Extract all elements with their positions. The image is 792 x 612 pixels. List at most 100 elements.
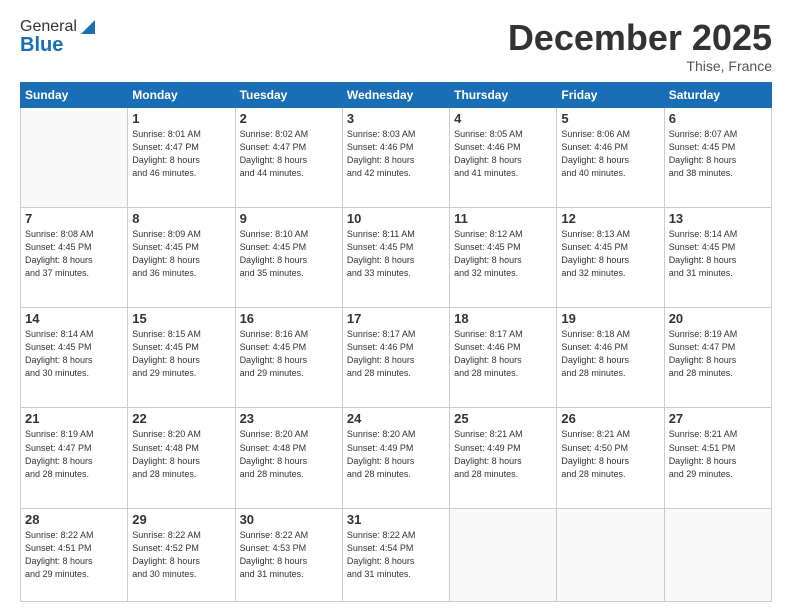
calendar-cell: 25 Sunrise: 8:21 AM Sunset: 4:49 PM Dayli… [450,408,557,508]
calendar-cell: 13 Sunrise: 8:14 AM Sunset: 4:45 PM Dayli… [664,207,771,307]
calendar-cell: 4 Sunrise: 8:05 AM Sunset: 4:46 PM Daylig… [450,107,557,207]
calendar-cell: 29 Sunrise: 8:22 AM Sunset: 4:52 PM Dayli… [128,508,235,601]
day-number: 9 [240,211,338,226]
day-number: 26 [561,411,659,426]
day-number: 30 [240,512,338,527]
page: General Blue December 2025 Thise, France… [0,0,792,612]
day-number: 19 [561,311,659,326]
calendar-cell: 1Sunrise: 8:01 AM Sunset: 4:47 PM Daylig… [128,107,235,207]
calendar-week-row: 28 Sunrise: 8:22 AM Sunset: 4:51 PM Dayli… [21,508,772,601]
calendar-header-row: SundayMondayTuesdayWednesdayThursdayFrid… [21,82,772,107]
calendar-cell: 20Sunrise: 8:19 AM Sunset: 4:47 PM Dayli… [664,308,771,408]
day-number: 22 [132,411,230,426]
cell-info: Sunrise: 8:17 AM Sunset: 4:46 PM Dayligh… [347,328,445,380]
cell-info: Sunrise: 8:09 AM Sunset: 4:45 PM Dayligh… [132,228,230,280]
cell-info: Sunrise: 8:22 AM Sunset: 4:52 PM Dayligh… [132,529,230,581]
calendar-cell: 10Sunrise: 8:11 AM Sunset: 4:45 PM Dayli… [342,207,449,307]
day-number: 23 [240,411,338,426]
day-number: 4 [454,111,552,126]
calendar-cell: 6 Sunrise: 8:07 AM Sunset: 4:45 PM Daylig… [664,107,771,207]
calendar-cell: 26 Sunrise: 8:21 AM Sunset: 4:50 PM Dayli… [557,408,664,508]
calendar-cell: 14 Sunrise: 8:14 AM Sunset: 4:45 PM Dayli… [21,308,128,408]
calendar-week-row: 21 Sunrise: 8:19 AM Sunset: 4:47 PM Dayli… [21,408,772,508]
day-number: 18 [454,311,552,326]
calendar-cell: 23 Sunrise: 8:20 AM Sunset: 4:48 PM Dayli… [235,408,342,508]
cell-info: Sunrise: 8:19 AM Sunset: 4:47 PM Dayligh… [25,428,123,480]
cell-info: Sunrise: 8:22 AM Sunset: 4:54 PM Dayligh… [347,529,445,581]
logo-triangle-icon [79,18,97,36]
day-number: 29 [132,512,230,527]
cell-info: Sunrise: 8:07 AM Sunset: 4:45 PM Dayligh… [669,128,767,180]
title-block: December 2025 Thise, France [508,18,772,74]
calendar-cell: 5 Sunrise: 8:06 AM Sunset: 4:46 PM Daylig… [557,107,664,207]
day-number: 27 [669,411,767,426]
day-number: 3 [347,111,445,126]
cell-info: Sunrise: 8:13 AM Sunset: 4:45 PM Dayligh… [561,228,659,280]
cell-info: Sunrise: 8:01 AM Sunset: 4:47 PM Dayligh… [132,128,230,180]
day-number: 20 [669,311,767,326]
calendar-cell: 28 Sunrise: 8:22 AM Sunset: 4:51 PM Dayli… [21,508,128,601]
cell-info: Sunrise: 8:05 AM Sunset: 4:46 PM Dayligh… [454,128,552,180]
day-number: 24 [347,411,445,426]
calendar-cell: 15Sunrise: 8:15 AM Sunset: 4:45 PM Dayli… [128,308,235,408]
cell-info: Sunrise: 8:21 AM Sunset: 4:51 PM Dayligh… [669,428,767,480]
day-number: 17 [347,311,445,326]
calendar-header-wednesday: Wednesday [342,82,449,107]
cell-info: Sunrise: 8:17 AM Sunset: 4:46 PM Dayligh… [454,328,552,380]
logo-blue-text: Blue [20,34,63,57]
day-number: 28 [25,512,123,527]
day-number: 7 [25,211,123,226]
calendar-header-friday: Friday [557,82,664,107]
day-number: 11 [454,211,552,226]
calendar-cell [450,508,557,601]
calendar-cell: 3Sunrise: 8:03 AM Sunset: 4:46 PM Daylig… [342,107,449,207]
day-number: 14 [25,311,123,326]
cell-info: Sunrise: 8:11 AM Sunset: 4:45 PM Dayligh… [347,228,445,280]
calendar-cell: 7 Sunrise: 8:08 AM Sunset: 4:45 PM Daylig… [21,207,128,307]
cell-info: Sunrise: 8:20 AM Sunset: 4:49 PM Dayligh… [347,428,445,480]
day-number: 25 [454,411,552,426]
calendar-cell: 31 Sunrise: 8:22 AM Sunset: 4:54 PM Dayli… [342,508,449,601]
calendar-cell: 19Sunrise: 8:18 AM Sunset: 4:46 PM Dayli… [557,308,664,408]
calendar-cell [664,508,771,601]
cell-info: Sunrise: 8:10 AM Sunset: 4:45 PM Dayligh… [240,228,338,280]
calendar-cell: 17 Sunrise: 8:17 AM Sunset: 4:46 PM Dayli… [342,308,449,408]
calendar-week-row: 1Sunrise: 8:01 AM Sunset: 4:47 PM Daylig… [21,107,772,207]
calendar-cell: 16Sunrise: 8:16 AM Sunset: 4:45 PM Dayli… [235,308,342,408]
cell-info: Sunrise: 8:14 AM Sunset: 4:45 PM Dayligh… [669,228,767,280]
day-number: 31 [347,512,445,527]
cell-info: Sunrise: 8:02 AM Sunset: 4:47 PM Dayligh… [240,128,338,180]
calendar-header-tuesday: Tuesday [235,82,342,107]
day-number: 21 [25,411,123,426]
cell-info: Sunrise: 8:15 AM Sunset: 4:45 PM Dayligh… [132,328,230,380]
calendar-cell [21,107,128,207]
cell-info: Sunrise: 8:06 AM Sunset: 4:46 PM Dayligh… [561,128,659,180]
calendar-header-sunday: Sunday [21,82,128,107]
calendar-cell: 24 Sunrise: 8:20 AM Sunset: 4:49 PM Dayli… [342,408,449,508]
header: General Blue December 2025 Thise, France [20,18,772,74]
calendar-cell: 9 Sunrise: 8:10 AM Sunset: 4:45 PM Daylig… [235,207,342,307]
calendar-cell: 8 Sunrise: 8:09 AM Sunset: 4:45 PM Daylig… [128,207,235,307]
cell-info: Sunrise: 8:22 AM Sunset: 4:51 PM Dayligh… [25,529,123,581]
calendar-header-monday: Monday [128,82,235,107]
day-number: 16 [240,311,338,326]
day-number: 8 [132,211,230,226]
calendar-cell: 27 Sunrise: 8:21 AM Sunset: 4:51 PM Dayli… [664,408,771,508]
calendar-cell: 11 Sunrise: 8:12 AM Sunset: 4:45 PM Dayli… [450,207,557,307]
location: Thise, France [508,58,772,74]
month-title: December 2025 [508,18,772,58]
day-number: 13 [669,211,767,226]
calendar-week-row: 14 Sunrise: 8:14 AM Sunset: 4:45 PM Dayli… [21,308,772,408]
calendar-cell: 2Sunrise: 8:02 AM Sunset: 4:47 PM Daylig… [235,107,342,207]
day-number: 12 [561,211,659,226]
cell-info: Sunrise: 8:20 AM Sunset: 4:48 PM Dayligh… [240,428,338,480]
calendar-header-thursday: Thursday [450,82,557,107]
cell-info: Sunrise: 8:14 AM Sunset: 4:45 PM Dayligh… [25,328,123,380]
day-number: 5 [561,111,659,126]
cell-info: Sunrise: 8:08 AM Sunset: 4:45 PM Dayligh… [25,228,123,280]
day-number: 6 [669,111,767,126]
cell-info: Sunrise: 8:20 AM Sunset: 4:48 PM Dayligh… [132,428,230,480]
cell-info: Sunrise: 8:21 AM Sunset: 4:50 PM Dayligh… [561,428,659,480]
cell-info: Sunrise: 8:12 AM Sunset: 4:45 PM Dayligh… [454,228,552,280]
cell-info: Sunrise: 8:21 AM Sunset: 4:49 PM Dayligh… [454,428,552,480]
